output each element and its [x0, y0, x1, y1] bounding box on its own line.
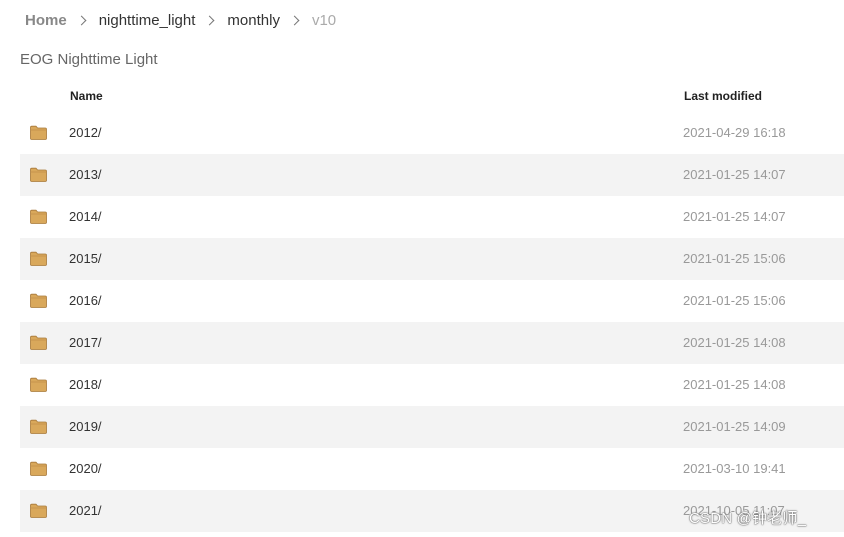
- folder-icon: [30, 461, 47, 476]
- folder-icon: [30, 125, 47, 140]
- table-header: Name Last modified: [20, 84, 844, 112]
- table-body: 2012/2021-04-29 16:18 2013/2021-01-25 14:…: [20, 112, 844, 532]
- chevron-right-icon: [289, 15, 300, 25]
- folder-link[interactable]: 2014/: [69, 209, 102, 224]
- folder-icon: [30, 503, 47, 518]
- table-row[interactable]: 2013/2021-01-25 14:07: [20, 154, 844, 196]
- breadcrumb-home[interactable]: Home: [25, 12, 67, 29]
- table-row[interactable]: 2014/2021-01-25 14:07: [20, 196, 844, 238]
- folder-link[interactable]: 2018/: [69, 377, 102, 392]
- folder-link[interactable]: 2021/: [69, 503, 102, 518]
- folder-icon: [30, 335, 47, 350]
- folder-link[interactable]: 2013/: [69, 167, 102, 182]
- folder-link[interactable]: 2017/: [69, 335, 102, 350]
- table-row[interactable]: 2016/2021-01-25 15:06: [20, 280, 844, 322]
- folder-icon: [30, 251, 47, 266]
- last-modified-value: 2021-01-25 14:08: [683, 377, 786, 392]
- last-modified-value: 2021-01-25 14:08: [683, 335, 786, 350]
- column-header-last-modified[interactable]: Last modified: [684, 89, 762, 103]
- breadcrumb-v10: v10: [311, 11, 337, 29]
- last-modified-value: 2021-01-25 14:07: [683, 167, 786, 182]
- folder-icon: [30, 293, 47, 308]
- folder-icon: [30, 209, 47, 224]
- file-listing: Name Last modified 2012/2021-04-29 16:18…: [20, 84, 844, 532]
- last-modified-value: 2021-03-10 19:41: [683, 461, 786, 476]
- last-modified-value: 2021-04-29 16:18: [683, 125, 786, 140]
- last-modified-value: 2021-01-25 15:06: [683, 251, 786, 266]
- breadcrumb: Home nighttime_light monthly v10: [25, 9, 336, 31]
- table-row[interactable]: 2015/2021-01-25 15:06: [20, 238, 844, 280]
- watermark: CSDN @钟老师_: [689, 510, 807, 527]
- table-row[interactable]: 2012/2021-04-29 16:18: [20, 112, 844, 154]
- folder-link[interactable]: 2016/: [69, 293, 102, 308]
- last-modified-value: 2021-01-25 15:06: [683, 293, 786, 308]
- chevron-right-icon: [76, 15, 87, 25]
- breadcrumb-monthly[interactable]: monthly: [227, 12, 280, 29]
- folder-icon: [30, 419, 47, 434]
- table-row[interactable]: 2017/2021-01-25 14:08: [20, 322, 844, 364]
- table-row[interactable]: 2018/2021-01-25 14:08: [20, 364, 844, 406]
- folder-link[interactable]: 2019/: [69, 419, 102, 434]
- last-modified-value: 2021-01-25 14:07: [683, 209, 786, 224]
- folder-link[interactable]: 2015/: [69, 251, 102, 266]
- folder-link[interactable]: 2020/: [69, 461, 102, 476]
- folder-icon: [30, 167, 47, 182]
- folder-icon: [30, 377, 47, 392]
- folder-link[interactable]: 2012/: [69, 125, 102, 140]
- breadcrumb-nighttime-light[interactable]: nighttime_light: [99, 12, 196, 29]
- last-modified-value: 2021-01-25 14:09: [683, 419, 786, 434]
- chevron-right-icon: [204, 15, 215, 25]
- table-row[interactable]: 2019/2021-01-25 14:09: [20, 406, 844, 448]
- table-row[interactable]: 2020/2021-03-10 19:41: [20, 448, 844, 490]
- column-header-name[interactable]: Name: [70, 89, 103, 103]
- page-title: EOG Nighttime Light: [20, 51, 158, 68]
